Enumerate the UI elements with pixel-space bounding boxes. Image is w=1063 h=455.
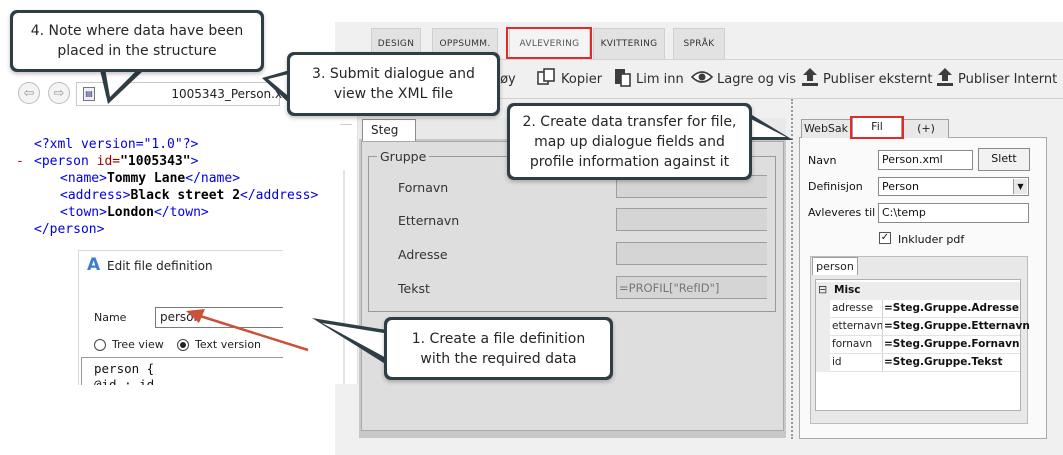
callout-step-3: 3. Submit dialogue and view the XML file <box>287 52 500 116</box>
callout-3-line-2: view the XML file <box>333 86 454 102</box>
callout-2-line-2: map up dialogue fields and <box>534 133 725 150</box>
callout-2-line-3: profile information against it <box>529 153 730 170</box>
callout-1-line-2: with the required data <box>420 350 577 367</box>
callout-2-line-1: 2. Create data transfer for file, <box>522 113 737 130</box>
callout-step-1: 1. Create a file definition with the req… <box>384 317 613 380</box>
callout-1-line-1: 1. Create a file definition <box>411 330 586 347</box>
callout-step-4: 4. Note where data have been placed in t… <box>10 10 264 72</box>
callout-4-line-1: 4. Note where data have been <box>30 23 244 39</box>
callout-step-2: 2. Create data transfer for file, map up… <box>507 103 752 180</box>
callout-4-line-2: placed in the structure <box>57 43 217 59</box>
callout-3-line-1: 3. Submit dialogue and <box>312 66 475 82</box>
orange-arrow-line <box>199 314 309 352</box>
